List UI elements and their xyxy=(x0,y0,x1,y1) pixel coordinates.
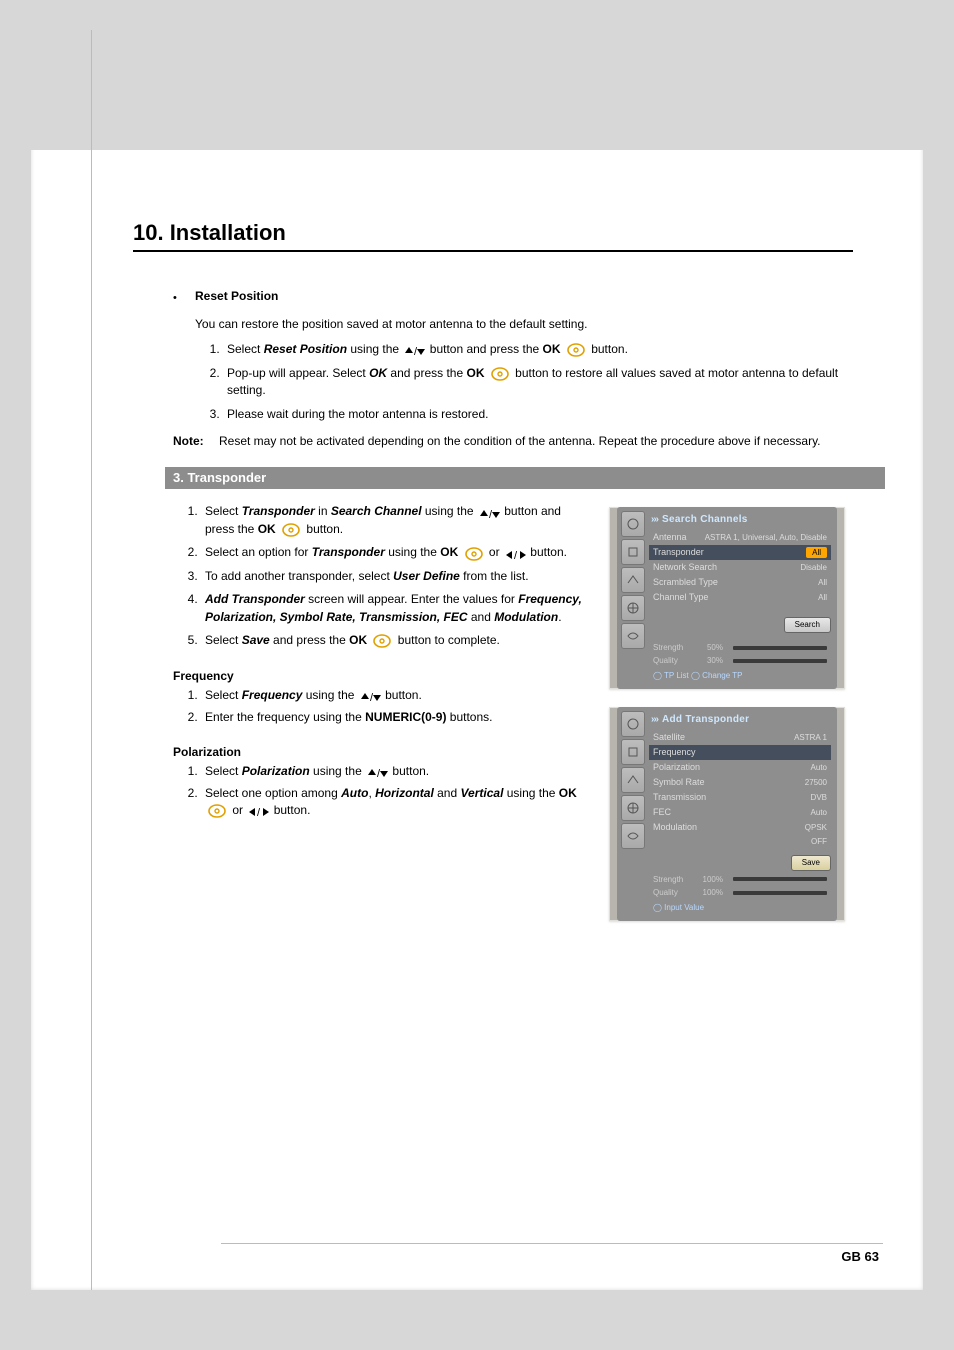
bullet-icon xyxy=(173,288,195,306)
osd-save-button: Save xyxy=(791,855,831,871)
page-number: GB 63 xyxy=(841,1249,879,1264)
table-row: Network SearchDisable xyxy=(649,560,831,575)
table-row: ModulationQPSK xyxy=(649,820,831,835)
leftright-arrow-icon: / xyxy=(247,802,269,819)
sidebar-icon xyxy=(621,795,645,821)
osd-search-channels: ›››Search Channels AntennaASTRA 1, Unive… xyxy=(609,507,845,689)
sidebar-icon xyxy=(621,623,645,649)
table-row: OFF xyxy=(649,835,831,849)
osd-search-button: Search xyxy=(784,617,831,633)
left-margin-column xyxy=(31,30,92,1290)
meter-row: Strength 100% xyxy=(649,873,831,887)
table-row: Symbol Rate27500 xyxy=(649,775,831,790)
osd-hint: ◯ Input Value xyxy=(649,900,831,916)
list-item: Select Polarization using the / button. xyxy=(201,763,593,781)
list-item: Enter the frequency using the NUMERIC(0-… xyxy=(201,709,593,726)
meter-row: Strength 50% xyxy=(649,641,831,655)
section-rule xyxy=(133,250,853,252)
list-item: Select Save and press the OK button to c… xyxy=(201,632,593,650)
subheading-transponder: 3. Transponder xyxy=(165,467,885,490)
updown-arrow-icon: / xyxy=(366,763,388,780)
list-item: Select an option for Transponder using t… xyxy=(201,544,593,562)
table-row: TransmissionDVB xyxy=(649,790,831,805)
sidebar-icon xyxy=(621,711,645,737)
list-item: Select one option among Auto, Horizontal… xyxy=(201,785,593,820)
bullet-reset-position: Reset Position xyxy=(173,288,853,306)
section-title: 10. Installation xyxy=(133,158,883,246)
table-row: AntennaASTRA 1, Universal, Auto, Disable xyxy=(649,530,831,545)
list-item: Add Transponder screen will appear. Ente… xyxy=(201,591,593,626)
osd-title: ›››Search Channels xyxy=(649,511,831,530)
list-item: Select Reset Position using the / button… xyxy=(223,341,853,359)
svg-text:/: / xyxy=(257,807,261,818)
svg-text:/: / xyxy=(489,509,493,520)
top-grey-bar xyxy=(31,30,923,150)
reset-intro: You can restore the position saved at mo… xyxy=(195,316,853,333)
frequency-heading: Frequency xyxy=(173,668,593,685)
leftright-arrow-icon: / xyxy=(504,545,526,562)
ok-button-icon xyxy=(463,545,485,562)
updown-arrow-icon: / xyxy=(403,341,425,358)
svg-text:/: / xyxy=(377,768,381,779)
list-item: Pop-up will appear. Select OK and press … xyxy=(223,365,853,400)
list-item: Select Frequency using the / button. xyxy=(201,687,593,705)
note-text: Reset may not be activated depending on … xyxy=(219,433,821,450)
updown-arrow-icon: / xyxy=(478,504,500,521)
osd-add-transponder: ›››Add Transponder SatelliteASTRA 1 Freq… xyxy=(609,707,845,921)
ok-button-icon xyxy=(565,341,587,358)
sidebar-icon xyxy=(621,511,645,537)
note-label: Note: xyxy=(173,433,219,450)
meter-row: Quality 30% xyxy=(649,654,831,668)
table-row: Scrambled TypeAll xyxy=(649,575,831,590)
note-block: Note: Reset may not be activated dependi… xyxy=(173,433,853,450)
list-item: To add another transponder, select User … xyxy=(201,568,593,585)
table-row: FECAuto xyxy=(649,805,831,820)
sidebar-icon xyxy=(621,539,645,565)
bullet-label: Reset Position xyxy=(195,288,278,305)
polarization-heading: Polarization xyxy=(173,744,593,761)
sidebar-icon xyxy=(621,739,645,765)
table-row: PolarizationAuto xyxy=(649,760,831,775)
table-row: TransponderAll xyxy=(649,545,831,560)
table-row: SatelliteASTRA 1 xyxy=(649,730,831,745)
osd-hint: ◯ TP List ◯ Change TP xyxy=(649,668,831,684)
ok-button-icon xyxy=(206,802,228,819)
osd-title: ›››Add Transponder xyxy=(649,711,831,730)
table-row: Frequency xyxy=(649,745,831,760)
list-item: Please wait during the motor antenna is … xyxy=(223,406,853,423)
ok-button-icon xyxy=(489,365,511,382)
ok-button-icon xyxy=(371,632,393,649)
table-row: Channel TypeAll xyxy=(649,590,831,605)
updown-arrow-icon: / xyxy=(359,687,381,704)
svg-text:/: / xyxy=(514,550,518,561)
svg-text:/: / xyxy=(370,692,374,703)
sidebar-icon xyxy=(621,823,645,849)
list-item: Select Transponder in Search Channel usi… xyxy=(201,503,593,538)
ok-button-icon xyxy=(280,521,302,538)
meter-row: Quality 100% xyxy=(649,886,831,900)
svg-text:/: / xyxy=(414,346,418,357)
sidebar-icon xyxy=(621,767,645,793)
sidebar-icon xyxy=(621,595,645,621)
sidebar-icon xyxy=(621,567,645,593)
